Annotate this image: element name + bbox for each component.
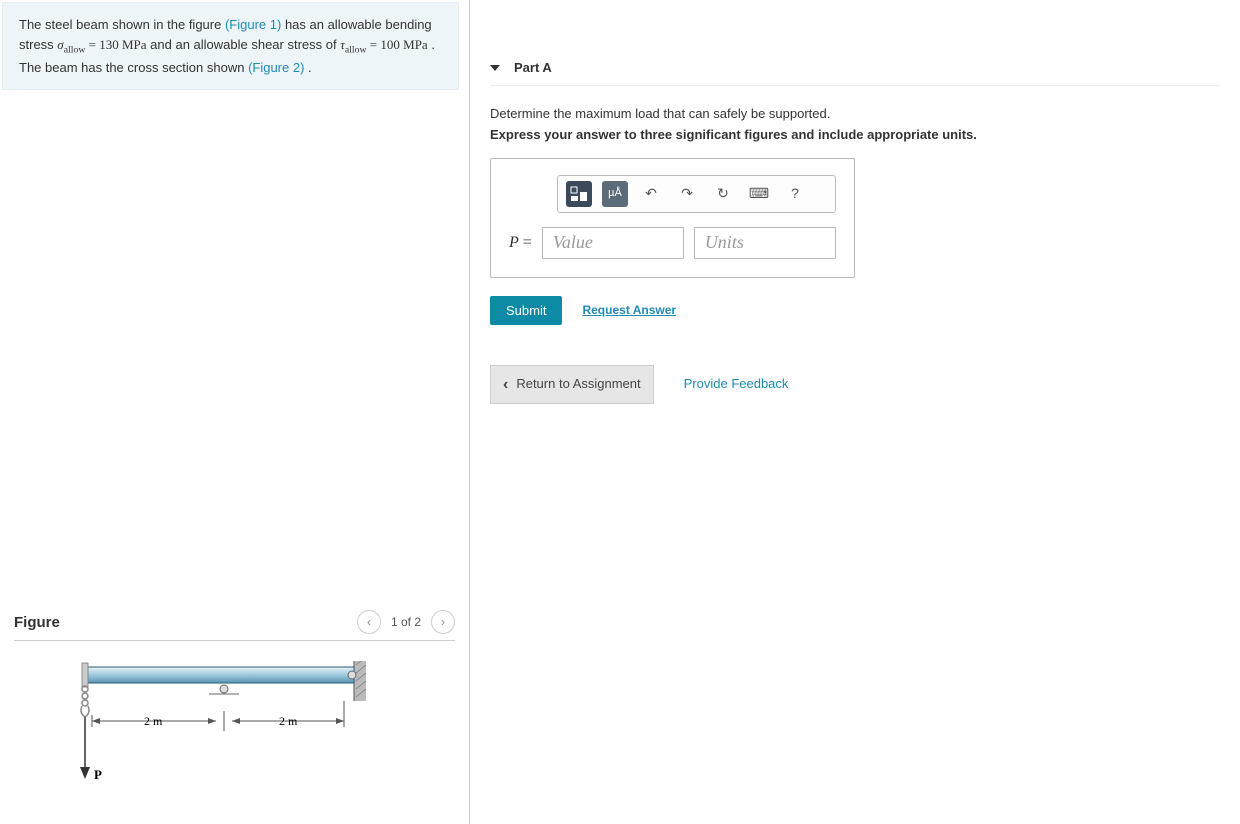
keyboard-button[interactable]: ⌨ [746, 181, 772, 207]
figure-title: Figure [14, 614, 60, 631]
undo-button[interactable]: ↶ [638, 181, 664, 207]
pager-label: 1 of 2 [391, 615, 421, 629]
redo-button[interactable]: ↷ [674, 181, 700, 207]
symbols-button[interactable]: µÅ [602, 181, 628, 207]
problem-text: . [308, 60, 312, 75]
problem-text: and an allowable shear stress of [150, 37, 340, 52]
problem-text: The steel beam shown in the figure [19, 17, 225, 32]
pager-next-button[interactable]: › [431, 610, 455, 634]
variable-label: P= [509, 230, 532, 256]
dim-left: 2 m [144, 714, 163, 728]
figure-1-diagram: P 2 m 2 m [74, 661, 455, 804]
figure-2-link[interactable]: (Figure 2) [248, 60, 304, 75]
request-answer-link[interactable]: Request Answer [582, 301, 676, 320]
question-text: Determine the maximum load that can safe… [490, 104, 1220, 125]
units-input[interactable]: Units [694, 227, 836, 259]
figure-pager: ‹ 1 of 2 › [357, 610, 455, 634]
submit-button[interactable]: Submit [490, 296, 562, 325]
equation-toolbar: µÅ ↶ ↷ ↻ ⌨ ? [557, 175, 836, 213]
dim-right: 2 m [279, 714, 298, 728]
value-input[interactable]: Value [542, 227, 684, 259]
part-a-header[interactable]: Part A [490, 40, 1220, 86]
sigma-symbol: σallow = 130 MPa [57, 37, 146, 52]
help-button[interactable]: ? [782, 181, 808, 207]
problem-statement: The steel beam shown in the figure (Figu… [2, 2, 459, 90]
part-title: Part A [514, 60, 552, 75]
templates-button[interactable] [566, 181, 592, 207]
tau-symbol: τallow = 100 MPa [340, 37, 427, 52]
instruction-text: Express your answer to three significant… [490, 125, 1220, 146]
figure-1-link[interactable]: (Figure 1) [225, 17, 281, 32]
answer-box: µÅ ↶ ↷ ↻ ⌨ ? P= Value Units [490, 158, 855, 278]
return-to-assignment-button[interactable]: Return to Assignment [490, 365, 654, 405]
load-label: P [94, 767, 102, 782]
provide-feedback-link[interactable]: Provide Feedback [684, 374, 789, 395]
chevron-left-icon [503, 372, 510, 398]
pager-prev-button[interactable]: ‹ [357, 610, 381, 634]
reset-button[interactable]: ↻ [710, 181, 736, 207]
caret-down-icon [490, 65, 500, 71]
